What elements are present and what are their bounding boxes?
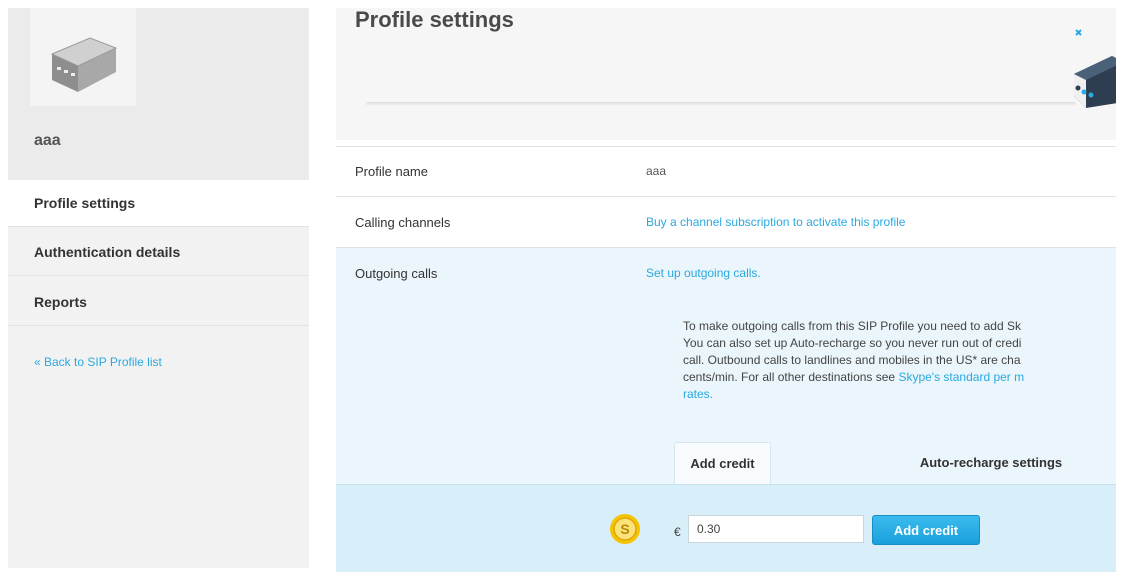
skype-credit-coin-icon: S [609, 513, 641, 550]
row-outgoing-calls: Outgoing calls Set up outgoing calls. To… [336, 247, 1116, 572]
outgoing-calls-label: Outgoing calls [355, 266, 438, 281]
profile-name: aaa [34, 132, 61, 149]
description-line: You can also set up Auto-recharge so you… [683, 336, 1022, 350]
tab-auto-recharge-settings[interactable]: Auto-recharge settings [876, 442, 1106, 484]
device-illustration [1064, 22, 1116, 117]
main-content: Profile settings Profile name aaa Callin… [336, 8, 1116, 572]
description-line: To make outgoing calls from this SIP Pro… [683, 319, 1021, 333]
add-credit-panel: S € Add credit [336, 484, 1116, 572]
sidebar-item-profile-settings[interactable]: Profile settings [8, 180, 309, 227]
set-up-outgoing-calls-link[interactable]: Set up outgoing calls. [646, 266, 761, 280]
row-calling-channels: Calling channels Buy a channel subscript… [336, 196, 1116, 247]
credit-amount-input[interactable] [688, 515, 864, 543]
description-line: cents/min. For all other destinations se… [683, 369, 1116, 386]
page-title: Profile settings [355, 8, 514, 32]
calling-channels-label: Calling channels [355, 215, 451, 230]
add-credit-button[interactable]: Add credit [872, 515, 980, 545]
sidebar: aaa Profile settings Authentication deta… [8, 8, 309, 568]
profile-name-label: Profile name [355, 164, 428, 179]
currency-symbol: € [674, 525, 681, 539]
standard-rates-link[interactable]: Skype's standard per m [898, 370, 1024, 384]
description-line: call. Outbound calls to landlines and mo… [683, 353, 1021, 367]
back-to-sip-profile-list-link[interactable]: « Back to SIP Profile list [34, 355, 162, 369]
row-profile-name: Profile name aaa [336, 146, 1116, 196]
outgoing-calls-description: To make outgoing calls from this SIP Pro… [683, 318, 1116, 403]
svg-text:S: S [620, 521, 629, 537]
standard-rates-link-end[interactable]: rates. [683, 386, 1116, 403]
profile-card: aaa [8, 8, 309, 180]
description-text: cents/min. For all other destinations se… [683, 370, 899, 384]
page-header: Profile settings [336, 8, 1116, 140]
header-divider [366, 102, 1076, 106]
sidebar-item-reports[interactable]: Reports [8, 279, 309, 326]
buy-channel-subscription-link[interactable]: Buy a channel subscription to activate t… [646, 215, 905, 229]
tab-add-credit[interactable]: Add credit [674, 442, 771, 485]
profile-name-value: aaa [646, 164, 667, 178]
sidebar-item-authentication-details[interactable]: Authentication details [8, 229, 309, 276]
sip-device-icon [30, 8, 136, 106]
